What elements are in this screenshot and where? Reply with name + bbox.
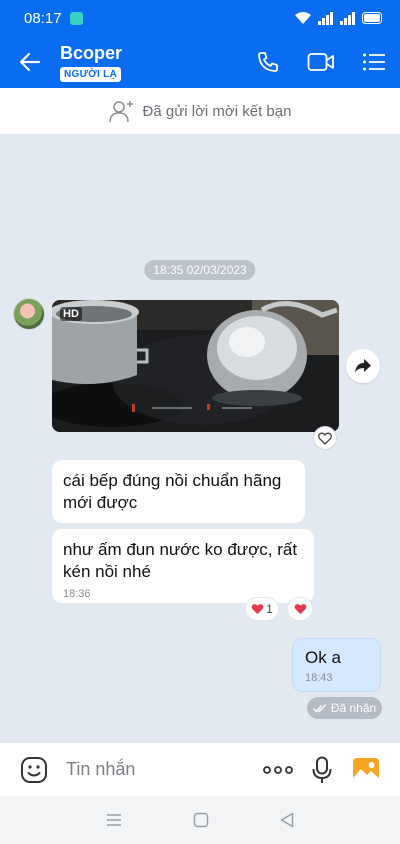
- video-camera-icon: [307, 53, 334, 71]
- outgoing-message-bubble[interactable]: Ok a 18:43: [292, 638, 381, 692]
- share-button[interactable]: [346, 349, 380, 383]
- arrow-left-icon: [19, 52, 41, 72]
- options-button[interactable]: [347, 36, 400, 88]
- friend-request-bar: Đã gửi lời mời kết bạn: [0, 88, 400, 134]
- delivery-status-text: Đã nhận: [330, 701, 377, 715]
- home-icon[interactable]: [193, 812, 209, 828]
- react-button[interactable]: [313, 426, 337, 450]
- message-input-bar: Tin nhắn: [0, 742, 400, 796]
- message-text: cái bếp đúng nồi chuẩn hãng mới được: [63, 471, 282, 512]
- contact-info[interactable]: Bcoper NGƯỜI LẠ: [60, 42, 241, 82]
- recent-apps-icon[interactable]: [106, 813, 122, 827]
- heart-icon: [294, 604, 306, 615]
- list-menu-icon: [362, 53, 385, 71]
- more-dots-icon: [263, 765, 293, 774]
- contact-name: Bcoper: [60, 43, 123, 63]
- video-call-button[interactable]: [294, 36, 347, 88]
- voice-message-button[interactable]: [300, 748, 344, 792]
- friend-request-text: Đã gửi lời mời kết bạn: [142, 102, 292, 120]
- message-input[interactable]: Tin nhắn: [66, 759, 256, 780]
- stove-photo: [52, 300, 339, 432]
- add-friend-icon: [108, 101, 133, 123]
- hd-badge: HD: [60, 307, 82, 321]
- signal-icon: [318, 11, 333, 25]
- avatar[interactable]: [13, 298, 45, 330]
- heart-icon: [251, 604, 264, 615]
- signal-icon-2: [340, 11, 355, 25]
- status-bar: 08:17: [0, 0, 400, 36]
- message-bubble[interactable]: như ấm đun nước ko được, rất kén nồi nhé…: [52, 529, 314, 603]
- delivery-status: Đã nhận: [307, 697, 382, 719]
- image-gallery-icon: [353, 757, 379, 782]
- share-arrow-icon: [355, 359, 371, 373]
- call-button[interactable]: [241, 36, 294, 88]
- sticker-button[interactable]: [12, 748, 56, 792]
- date-divider: 18:35 02/03/2023: [144, 260, 256, 280]
- photo-message[interactable]: HD: [52, 300, 339, 432]
- message-text: như ấm đun nước ko được, rất kén nồi nhé: [63, 540, 298, 581]
- react-button[interactable]: [288, 598, 312, 620]
- smiley-icon: [21, 756, 47, 783]
- chat-header: Bcoper NGƯỜI LẠ: [0, 36, 400, 88]
- message-time: 18:43: [305, 672, 333, 684]
- message-text: Ok a: [305, 648, 341, 667]
- heart-outline-icon: [318, 432, 332, 445]
- gallery-button[interactable]: [344, 748, 388, 792]
- more-options-button[interactable]: [256, 748, 300, 792]
- reaction-summary[interactable]: 1: [246, 598, 278, 620]
- stranger-badge: NGƯỜI LẠ: [60, 67, 122, 82]
- battery-icon: [362, 12, 382, 24]
- notification-icon: [69, 11, 83, 25]
- system-nav-bar: [0, 796, 400, 844]
- double-check-icon: [313, 703, 327, 713]
- wifi-icon: [295, 12, 311, 24]
- reaction-count: 1: [266, 602, 273, 616]
- status-time: 08:17: [24, 9, 62, 27]
- back-nav-icon[interactable]: [280, 812, 294, 828]
- back-button[interactable]: [0, 36, 60, 88]
- message-bubble[interactable]: cái bếp đúng nồi chuẩn hãng mới được: [52, 460, 305, 523]
- phone-icon: [257, 52, 278, 72]
- microphone-icon: [312, 756, 332, 783]
